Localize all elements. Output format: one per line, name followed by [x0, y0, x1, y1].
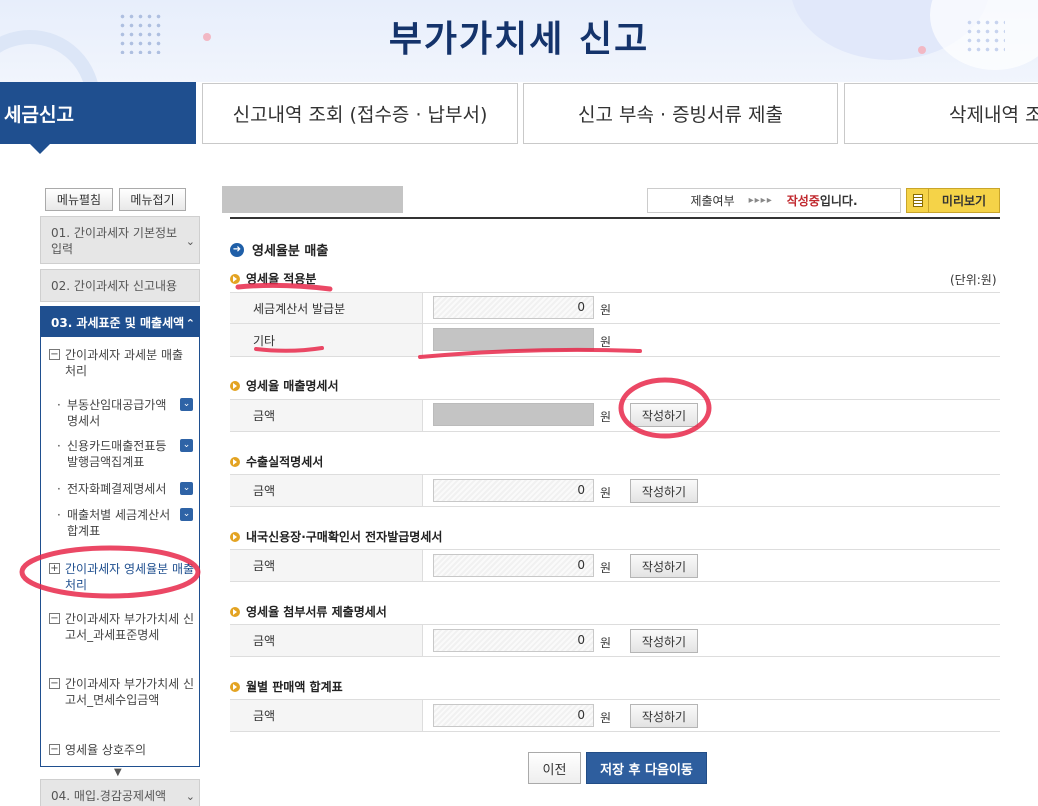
write-monthly-button[interactable]: 작성하기 — [630, 704, 698, 728]
invoice-issued-amount-field[interactable]: 0 — [433, 296, 594, 319]
bullet-icon — [230, 531, 240, 542]
bullet-icon — [230, 380, 240, 391]
submenu-item-taxable-sales[interactable]: − 간이과세자 과세분 매출 처리 — [47, 347, 197, 379]
attached-docs-amount-field[interactable]: 0 — [433, 629, 594, 652]
unit-label: (단위:원) — [950, 273, 997, 287]
row-other: 기타 — [230, 324, 1000, 357]
submenu-item-credit-card[interactable]: · 신용카드매출전표등발행금액집계표 ⌄ — [57, 438, 195, 470]
menu-collapse-button[interactable]: 메뉴접기 — [119, 188, 186, 211]
write-sales-statement-button[interactable]: 작성하기 — [630, 403, 698, 427]
page-title: 부가가치세 신고 — [388, 19, 650, 60]
bullet-icon — [230, 606, 240, 617]
arrow-circle-icon: ➜ — [230, 242, 244, 257]
tab-label: 세금신고 — [4, 103, 74, 126]
section-title: ➜ 영세율분 매출 — [230, 240, 328, 259]
bullet-icon — [230, 273, 240, 284]
chevron-down-icon[interactable]: ⌄ — [180, 508, 193, 521]
expand-icon: + — [49, 563, 60, 574]
submenu-item-reciprocity[interactable]: − 영세율 상호주의 — [47, 742, 197, 758]
group-title-local-lc: 내국신용장·구매확인서 전자발급명세서 — [230, 528, 442, 545]
submenu-item-vat-return-exempt[interactable]: − 간이과세자 부가가치세 신고서_면세수입금액 — [47, 676, 197, 708]
page-banner: 부가가치세 신고 — [0, 0, 1038, 82]
step-02-report-content[interactable]: 02. 간이과세자 신고내용 — [40, 269, 200, 302]
redacted-header-block — [222, 186, 403, 213]
document-icon — [907, 189, 929, 212]
submenu-item-invoice-summary[interactable]: · 매출처별 세금계산서합계표 ⌄ — [57, 507, 195, 539]
monthly-amount-field[interactable]: 0 — [433, 704, 594, 727]
chevron-down-icon: ⌄ — [185, 235, 195, 248]
caret-down-icon: ▼ — [114, 767, 122, 778]
collapse-icon: − — [49, 349, 60, 360]
chevron-up-icon: ⌃ — [183, 316, 195, 332]
write-local-lc-button[interactable]: 작성하기 — [630, 554, 698, 578]
menu-expand-button[interactable]: 메뉴펼침 — [45, 188, 113, 211]
group-title-export: 수출실적명세서 — [230, 453, 323, 470]
export-amount-field[interactable]: 0 — [433, 479, 594, 502]
prev-button[interactable]: 이전 — [528, 752, 581, 784]
group-title-sales-statement: 영세율 매출명세서 — [230, 377, 339, 394]
collapse-icon: − — [49, 744, 60, 755]
divider — [230, 217, 1000, 219]
local-lc-amount-field[interactable]: 0 — [433, 554, 594, 577]
step-label: 02. 간이과세자 신고내용 — [51, 279, 178, 293]
submenu-item-zero-rate-sales[interactable]: + 간이과세자 영세율분 매출 처리 — [47, 561, 197, 593]
group-title-monthly: 월별 판매액 합계표 — [230, 678, 343, 695]
row-attached-docs: 금액 — [230, 624, 1000, 657]
row-local-lc: 금액 — [230, 549, 1000, 582]
row-monthly: 금액 — [230, 699, 1000, 732]
write-export-button[interactable]: 작성하기 — [630, 479, 698, 503]
tab-deleted-history[interactable]: 삭제내역 조회 — [844, 83, 1038, 144]
preview-button[interactable]: 미리보기 — [906, 188, 1000, 213]
tab-attachments-submission[interactable]: 신고 부속 · 증빙서류 제출 — [523, 83, 838, 144]
step-label: 03. 과세표준 및 매출세액 — [51, 316, 185, 330]
write-attached-docs-button[interactable]: 작성하기 — [630, 629, 698, 653]
chevron-down-icon: ⌄ — [185, 790, 195, 803]
bullet-icon — [230, 681, 240, 692]
group-title-attached-docs: 영세율 첨부서류 제출명세서 — [230, 603, 387, 620]
chevron-down-icon[interactable]: ⌄ — [180, 398, 193, 411]
step-04-purchase-deduction[interactable]: 04. 매입.경감공제세액 ⌄ — [40, 779, 200, 806]
submenu-item-vat-return-tax-base[interactable]: − 간이과세자 부가가치세 신고서_과세표준명세 — [47, 611, 197, 643]
row-sales-statement: 금액 — [230, 399, 1000, 432]
status-badge: 작성중 — [786, 194, 820, 208]
chevron-down-icon[interactable]: ⌄ — [180, 439, 193, 452]
tab-filing-history[interactable]: 신고내역 조회 (접수증 · 납부서) — [202, 83, 518, 144]
chevron-down-icon[interactable]: ⌄ — [180, 482, 193, 495]
collapse-icon: − — [49, 678, 60, 689]
collapse-icon: − — [49, 613, 60, 624]
group-title-applied: 영세율 적용분 — [230, 270, 316, 287]
row-invoice-issued: 세금계산서 발급분 — [230, 292, 1000, 324]
save-next-button[interactable]: 저장 후 다음이동 — [586, 752, 707, 784]
row-export: 금액 — [230, 474, 1000, 507]
bullet-icon — [230, 456, 240, 467]
submenu-item-rental[interactable]: · 부동산임대공급가액명세서 ⌄ — [57, 397, 195, 429]
step-03-submenu: − 간이과세자 과세분 매출 처리 · 부동산임대공급가액명세서 ⌄ · 신용카… — [40, 337, 200, 767]
tab-tax-filing[interactable]: 세금신고 — [0, 82, 196, 154]
step-01-basic-info[interactable]: 01. 간이과세자 기본정보 입력 ⌄ — [40, 216, 200, 264]
step-label: 04. 매입.경감공제세액 — [51, 789, 167, 803]
submission-status: 제출여부 ▸▸▸▸ 작성중 입니다. — [647, 188, 901, 213]
step-label: 01. 간이과세자 기본정보 입력 — [51, 226, 178, 256]
other-amount-field[interactable] — [433, 328, 594, 351]
arrows-icon: ▸▸▸▸ — [748, 195, 773, 206]
submenu-item-e-money[interactable]: · 전자화폐결제명세서 ⌄ — [57, 481, 195, 497]
sales-statement-amount-field[interactable] — [433, 403, 594, 426]
step-03-tax-base[interactable]: 03. 과세표준 및 매출세액 ⌃ — [40, 306, 200, 338]
